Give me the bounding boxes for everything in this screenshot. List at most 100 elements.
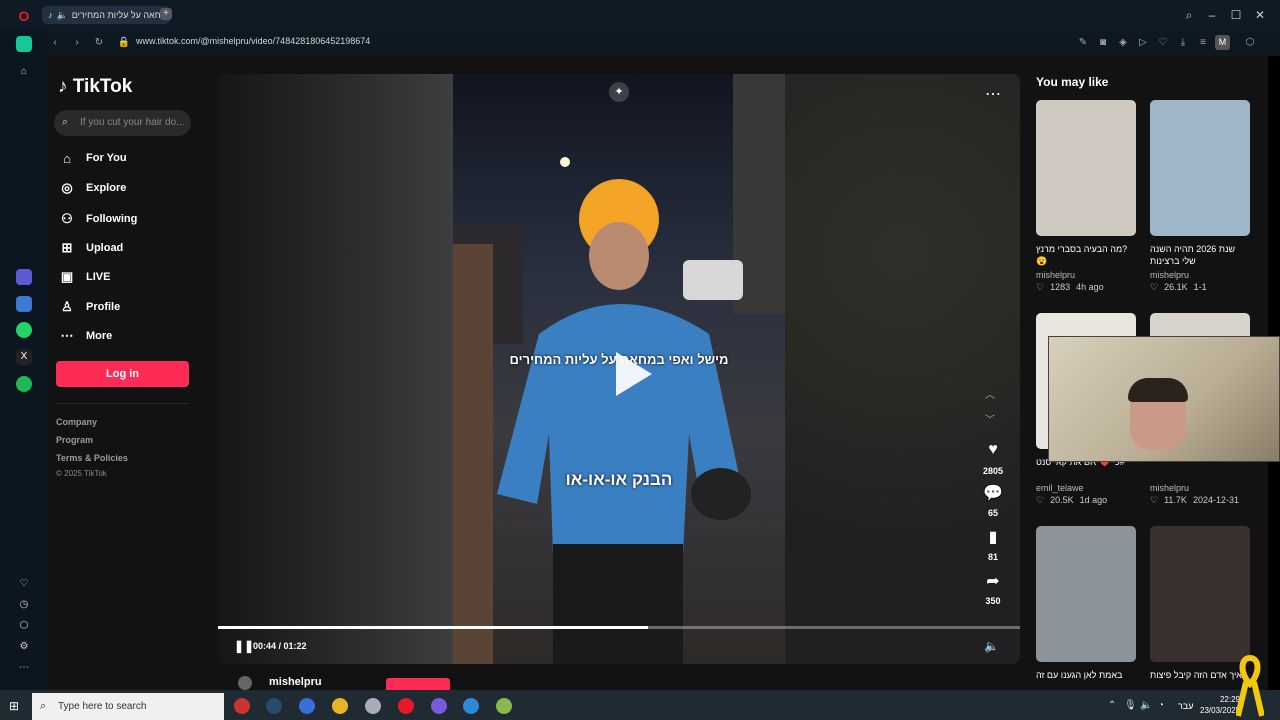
nav-upload[interactable]: ⊞ Upload: [58, 238, 124, 258]
ai-app-icon[interactable]: [16, 269, 32, 285]
windows-start-icon[interactable]: ⊞: [9, 699, 19, 713]
more-options-icon[interactable]: ⋯: [985, 84, 1001, 104]
network-icon[interactable]: ◔: [1158, 700, 1164, 711]
app-icon[interactable]: [234, 698, 250, 714]
whatsapp-icon[interactable]: [16, 322, 32, 338]
author-avatar[interactable]: [238, 676, 252, 690]
progress-bar[interactable]: [218, 626, 1020, 629]
shield-icon[interactable]: ◈: [1116, 36, 1130, 50]
volume-icon[interactable]: 🔈: [984, 639, 999, 653]
forward-icon[interactable]: ›: [70, 36, 84, 50]
steam-icon[interactable]: [266, 698, 282, 714]
more-sidebar-icon[interactable]: ⋯: [16, 660, 32, 676]
follow-button[interactable]: [386, 678, 450, 690]
save-button[interactable]: ▮ 81: [975, 527, 1011, 565]
messenger-icon[interactable]: [16, 296, 32, 312]
nav-live[interactable]: ▣ LIVE: [58, 267, 111, 287]
parked-car: [683, 260, 743, 300]
footer-link-terms[interactable]: Terms & Policies: [56, 453, 128, 463]
login-button[interactable]: Log in: [56, 361, 189, 387]
close-window-button[interactable]: ✕: [1252, 7, 1268, 23]
comment-button[interactable]: 💬 65: [975, 483, 1011, 521]
nav-following[interactable]: ⚇ Following: [58, 209, 137, 229]
browser-tab[interactable]: ♪ 🔈 המחאה על עליות המחירים: [42, 6, 170, 24]
x-icon[interactable]: X: [16, 349, 32, 365]
app-icon[interactable]: [431, 698, 447, 714]
recommendation-card[interactable]: באמת לאן הגענו עם זה: [1036, 526, 1136, 693]
nav-label: For You: [86, 152, 127, 164]
camera-icon[interactable]: ◙: [1096, 36, 1110, 50]
extensions-icon[interactable]: ⬡: [1243, 36, 1257, 50]
edit-icon[interactable]: ✎: [1076, 36, 1090, 50]
chrome-icon[interactable]: [332, 698, 348, 714]
app-icon[interactable]: [463, 698, 479, 714]
video-thumbnail[interactable]: [1150, 100, 1250, 236]
share-count: 350: [985, 596, 1001, 606]
video-blur-left: [218, 74, 454, 664]
profile-avatar[interactable]: M: [1215, 35, 1230, 50]
opera-logo-icon[interactable]: O: [16, 8, 32, 24]
tiktok-logo[interactable]: ♪ TikTok: [58, 76, 132, 98]
maximize-button[interactable]: ☐: [1228, 7, 1244, 23]
share-button[interactable]: ➦ 350: [975, 571, 1011, 609]
footer-link-program[interactable]: Program: [56, 435, 93, 445]
previous-video-icon[interactable]: ︿: [985, 386, 995, 401]
recommendation-card[interactable]: שנת 2026 תהיה השנה שלי ברצינות mishelpru…: [1150, 100, 1250, 293]
tiktok-note-icon: ♪: [58, 76, 68, 97]
next-video-icon[interactable]: ﹀: [985, 411, 995, 426]
spotify-icon[interactable]: [16, 376, 32, 392]
pause-icon[interactable]: ❚❚: [234, 639, 254, 653]
card-author[interactable]: mishelpru: [1150, 270, 1250, 280]
nav-explore[interactable]: ◎ Explore: [58, 178, 126, 198]
search-icon[interactable]: ⌕: [62, 116, 76, 130]
video-thumbnail[interactable]: [1150, 526, 1250, 662]
play-icon[interactable]: ▷: [1136, 36, 1150, 50]
author-name[interactable]: mishelpru: [269, 676, 322, 688]
nav-more[interactable]: ⋯ More: [58, 326, 113, 346]
card-author[interactable]: mishelpru: [1036, 270, 1136, 280]
tab-audio-icon[interactable]: 🔈: [57, 10, 68, 21]
taskbar-search-input[interactable]: Type here to search: [32, 693, 224, 720]
like-count: 2805: [982, 466, 1004, 476]
video-thumbnail[interactable]: [1036, 526, 1136, 662]
video-player[interactable]: מישל ואפי במחאה על עליות המחירים הבנק או…: [218, 74, 1020, 664]
footer-link-company[interactable]: Company: [56, 417, 97, 427]
webcam-person-hair: [1128, 378, 1188, 402]
app-icon[interactable]: [496, 698, 512, 714]
download-icon[interactable]: ⤓: [1176, 36, 1190, 50]
url-field[interactable]: www.tiktok.com/@mishelpru/video/74842818…: [136, 36, 370, 46]
recommendation-card[interactable]: ?מה הבעיה בסברי מרנץ 😮 mishelpru ♡ 1283 4h…: [1036, 100, 1136, 293]
aria-icon[interactable]: [16, 36, 32, 52]
tray-chevron-icon[interactable]: ⌃: [1108, 700, 1116, 711]
card-author[interactable]: emil_telawe: [1036, 483, 1136, 493]
heart-sidebar-icon[interactable]: ♡: [16, 576, 32, 592]
card-likes: 1283: [1050, 282, 1071, 292]
app-icon[interactable]: [299, 698, 315, 714]
nav-profile[interactable]: ♙ Profile: [58, 297, 120, 317]
taskbar-clock[interactable]: 22:29 23/03/2025: [1200, 694, 1240, 716]
new-tab-button[interactable]: +: [160, 8, 172, 20]
reload-icon[interactable]: ↻: [92, 36, 106, 50]
search-tabs-icon[interactable]: ⌕: [1181, 7, 1197, 23]
cube-icon[interactable]: ⬡: [16, 618, 32, 634]
menu-icon[interactable]: ≡: [1196, 36, 1210, 50]
language-indicator[interactable]: עבר: [1178, 701, 1193, 711]
like-button[interactable]: ♥ 2805: [975, 441, 1011, 479]
play-icon[interactable]: [616, 352, 652, 396]
app-icon[interactable]: [365, 698, 381, 714]
opera-taskbar-icon[interactable]: [398, 698, 414, 714]
back-icon[interactable]: ‹: [48, 36, 62, 50]
video-thumbnail[interactable]: [1036, 100, 1136, 236]
home-sidebar-icon[interactable]: ⌂: [16, 64, 32, 80]
history-icon[interactable]: ◷: [16, 597, 32, 613]
heart-icon[interactable]: ♡: [1156, 36, 1170, 50]
speaker-icon[interactable]: 🔈: [1140, 700, 1152, 711]
mic-icon[interactable]: 🎙: [1124, 700, 1137, 711]
sparkle-icon[interactable]: ✦: [609, 82, 629, 102]
video-time: 00:44 / 01:22: [253, 641, 307, 651]
recommendation-card[interactable]: איך אדם הזה קיבל פיצות: [1150, 526, 1250, 693]
card-author[interactable]: mishelpru: [1150, 483, 1250, 493]
settings-icon[interactable]: ⚙: [16, 639, 32, 655]
minimize-button[interactable]: –: [1204, 7, 1220, 23]
nav-for-you[interactable]: ⌂ For You: [58, 148, 127, 168]
